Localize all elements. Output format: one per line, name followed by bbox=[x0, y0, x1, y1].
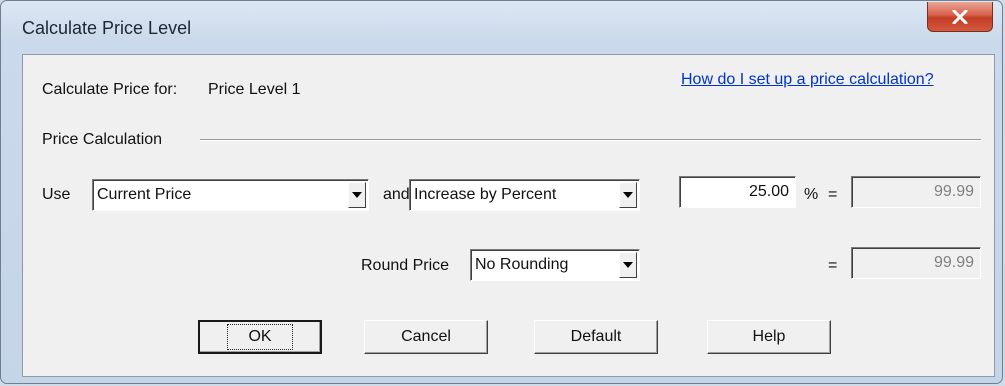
group-divider bbox=[200, 139, 981, 141]
base-price-value: Current Price bbox=[97, 186, 192, 203]
equals-sign-2: = bbox=[828, 257, 838, 274]
percent-value: 25.00 bbox=[748, 183, 789, 200]
method-select[interactable]: Increase by Percent bbox=[409, 179, 640, 211]
help-button-label: Help bbox=[752, 328, 786, 345]
cancel-button[interactable]: Cancel bbox=[364, 320, 488, 354]
ok-button-label: OK bbox=[227, 324, 293, 350]
method-dropdown-button[interactable] bbox=[619, 182, 637, 208]
help-link[interactable]: How do I set up a price calculation? bbox=[681, 71, 934, 89]
default-button[interactable]: Default bbox=[534, 320, 658, 354]
ok-button[interactable]: OK bbox=[198, 320, 322, 354]
rounding-select[interactable]: No Rounding bbox=[470, 249, 640, 281]
use-label: Use bbox=[42, 186, 71, 203]
dialog-window: Calculate Price Level Calculate Price fo… bbox=[0, 0, 1003, 384]
help-button[interactable]: Help bbox=[707, 320, 831, 354]
rounding-value: No Rounding bbox=[475, 256, 569, 273]
base-price-dropdown-button[interactable] bbox=[348, 182, 366, 208]
percent-input[interactable]: 25.00 bbox=[679, 176, 796, 208]
percent-symbol: % bbox=[804, 186, 819, 203]
chevron-down-icon bbox=[352, 192, 362, 198]
method-value: Increase by Percent bbox=[414, 186, 557, 203]
calculated-price-field: 99.99 bbox=[851, 176, 981, 208]
cancel-button-label: Cancel bbox=[401, 328, 451, 345]
calc-for-label: Calculate Price for: bbox=[42, 81, 178, 98]
equals-sign: = bbox=[828, 186, 838, 203]
round-price-label: Round Price bbox=[361, 257, 450, 274]
rounding-dropdown-button[interactable] bbox=[619, 252, 637, 278]
and-label: and bbox=[383, 186, 410, 203]
dialog-client-area: Calculate Price for: Price Level 1 How d… bbox=[22, 54, 995, 377]
close-icon bbox=[952, 9, 968, 24]
chevron-down-icon bbox=[623, 192, 633, 198]
base-price-select[interactable]: Current Price bbox=[92, 179, 369, 211]
chevron-down-icon bbox=[623, 262, 633, 268]
calculated-price-value: 99.99 bbox=[933, 183, 974, 200]
rounded-price-value: 99.99 bbox=[933, 254, 974, 271]
default-button-label: Default bbox=[570, 328, 622, 345]
window-title: Calculate Price Level bbox=[22, 18, 192, 38]
price-calculation-group-label: Price Calculation bbox=[42, 131, 163, 148]
calc-for-value: Price Level 1 bbox=[208, 81, 301, 98]
close-button[interactable] bbox=[927, 2, 993, 32]
rounded-price-field: 99.99 bbox=[851, 247, 981, 279]
